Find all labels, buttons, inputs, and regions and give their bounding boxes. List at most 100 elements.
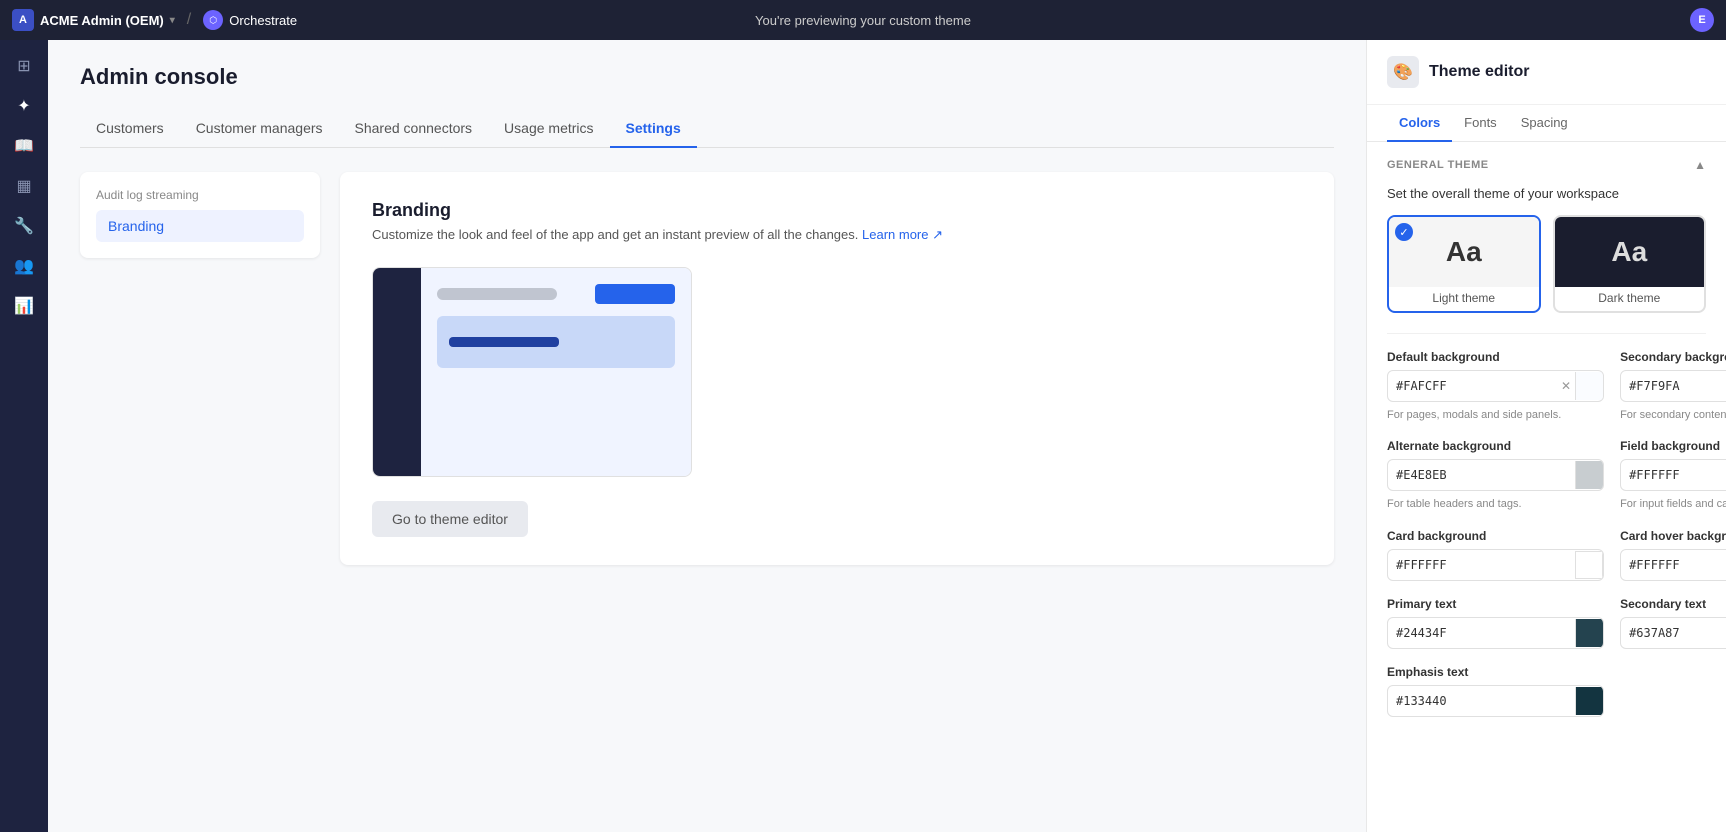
primary-text-swatch[interactable] <box>1575 619 1603 647</box>
sidebar-icon-chart[interactable]: 📊 <box>6 288 42 324</box>
preview-banner: You're previewing your custom theme <box>755 13 971 28</box>
separator: / <box>187 11 191 29</box>
default-bg-swatch[interactable] <box>1575 372 1603 400</box>
sidebar-icon-grid[interactable]: ▦ <box>6 168 42 204</box>
orchestrate-nav[interactable]: ⬡ Orchestrate <box>203 10 297 30</box>
sidebar-icon-book[interactable]: 📖 <box>6 128 42 164</box>
secondary-text-input-row <box>1620 617 1726 649</box>
app-name: ACME Admin (OEM) <box>40 13 164 28</box>
card-bg-hex-input[interactable] <box>1388 558 1575 572</box>
light-theme-card[interactable]: ✓ Aa Light theme <box>1387 215 1541 313</box>
color-field-secondary-text: Secondary text <box>1620 597 1726 649</box>
card-hover-bg-hex-input[interactable] <box>1621 558 1726 572</box>
color-field-secondary-bg: Secondary background For secondary conte… <box>1620 350 1726 423</box>
main-tabs: Customers Customer managers Shared conne… <box>80 110 1334 148</box>
default-bg-hex-input[interactable] <box>1388 379 1557 393</box>
theme-cards: ✓ Aa Light theme Aa Dark theme <box>1387 215 1706 313</box>
app-logo[interactable]: A ACME Admin (OEM) ▾ <box>12 9 175 31</box>
tab-settings[interactable]: Settings <box>610 110 697 148</box>
logo-icon: A <box>12 9 34 31</box>
color-field-card-bg: Card background <box>1387 529 1604 581</box>
card-bg-swatch[interactable] <box>1575 551 1603 579</box>
dropdown-icon: ▾ <box>170 15 175 26</box>
field-bg-label: Field background <box>1620 439 1726 453</box>
branding-description: Customize the look and feel of the app a… <box>372 227 1302 243</box>
sidebar-icon-settings[interactable]: ✦ <box>6 88 42 124</box>
branding-title: Branding <box>372 200 1302 221</box>
card-bg-label: Card background <box>1387 529 1604 543</box>
alternate-bg-swatch[interactable] <box>1575 461 1603 489</box>
tab-shared-connectors[interactable]: Shared connectors <box>339 110 489 148</box>
user-avatar[interactable]: E <box>1690 8 1714 32</box>
goto-theme-editor-button[interactable]: Go to theme editor <box>372 501 528 537</box>
field-bg-hex-input[interactable] <box>1621 468 1726 482</box>
general-theme-desc: Set the overall theme of your workspace <box>1387 186 1706 201</box>
emphasis-text-hex-input[interactable] <box>1388 694 1575 708</box>
alternate-bg-hex-input[interactable] <box>1388 468 1575 482</box>
settings-sidebar: Audit log streaming Branding <box>80 172 320 258</box>
learn-more-link[interactable]: Learn more ↗ <box>862 227 943 242</box>
theme-editor-panel: 🎨 Theme editor Colors Fonts Spacing GENE… <box>1366 40 1726 832</box>
orchestrate-icon: ⬡ <box>203 10 223 30</box>
color-field-emphasis-text: Emphasis text <box>1387 665 1604 717</box>
card-hover-bg-input-row <box>1620 549 1726 581</box>
color-field-alternate-bg: Alternate background For table headers a… <box>1387 439 1604 512</box>
primary-text-hex-input[interactable] <box>1388 626 1575 640</box>
settings-layout: Audit log streaming Branding Branding Cu… <box>80 172 1334 565</box>
preview-card-line <box>449 337 559 347</box>
secondary-bg-desc: For secondary content or disabled state. <box>1620 408 1726 423</box>
theme-editor-header: 🎨 Theme editor <box>1367 40 1726 105</box>
secondary-text-label: Secondary text <box>1620 597 1726 611</box>
tab-usage-metrics[interactable]: Usage metrics <box>488 110 609 148</box>
emphasis-text-swatch[interactable] <box>1575 687 1603 715</box>
sidebar-section-label: Audit log streaming <box>96 188 304 202</box>
page-title: Admin console <box>80 64 1334 90</box>
secondary-bg-input-row <box>1620 370 1726 402</box>
emphasis-text-input-row <box>1387 685 1604 717</box>
color-field-primary-text: Primary text <box>1387 597 1604 649</box>
sidebar-icon-users[interactable]: 👥 <box>6 248 42 284</box>
secondary-text-hex-input[interactable] <box>1621 626 1726 640</box>
secondary-bg-hex-input[interactable] <box>1621 379 1726 393</box>
color-field-card-hover-bg: Card hover background <box>1620 529 1726 581</box>
sidebar-icon-home[interactable]: ⊞ <box>6 48 42 84</box>
preview-card <box>437 316 675 368</box>
sidebar-icon-wrench[interactable]: 🔧 <box>6 208 42 244</box>
theme-editor-icon: 🎨 <box>1387 56 1419 88</box>
editor-tabs: Colors Fonts Spacing <box>1367 105 1726 142</box>
dark-theme-preview: Aa <box>1555 217 1705 287</box>
alternate-bg-desc: For table headers and tags. <box>1387 497 1604 512</box>
color-fields-grid: Default background ✕ For pages, modals a… <box>1387 350 1706 717</box>
section-collapse-icon[interactable]: ▲ <box>1694 158 1706 172</box>
light-theme-label: Light theme <box>1389 287 1539 311</box>
editor-tab-spacing[interactable]: Spacing <box>1509 105 1580 142</box>
field-bg-desc: For input fields and canvas. <box>1620 497 1726 512</box>
dark-theme-label: Dark theme <box>1555 287 1705 311</box>
preview-top-row <box>437 284 675 304</box>
card-hover-bg-label: Card hover background <box>1620 529 1726 543</box>
preview-sidebar-bar <box>373 268 421 476</box>
color-field-field-bg: Field background For input fields and ca… <box>1620 439 1726 512</box>
primary-text-label: Primary text <box>1387 597 1604 611</box>
default-bg-label: Default background <box>1387 350 1604 364</box>
tab-customers[interactable]: Customers <box>80 110 180 148</box>
content-area: Admin console Customers Customer manager… <box>48 40 1366 832</box>
settings-branding-item[interactable]: Branding <box>96 210 304 242</box>
alternate-bg-label: Alternate background <box>1387 439 1604 453</box>
dark-theme-card[interactable]: Aa Dark theme <box>1553 215 1707 313</box>
selected-check-icon: ✓ <box>1395 223 1413 241</box>
tab-customer-managers[interactable]: Customer managers <box>180 110 339 148</box>
divider-1 <box>1387 333 1706 334</box>
editor-tab-fonts[interactable]: Fonts <box>1452 105 1509 142</box>
general-theme-section-header: GENERAL THEME ▲ <box>1387 158 1706 172</box>
alternate-bg-input-row <box>1387 459 1604 491</box>
color-field-default-bg: Default background ✕ For pages, modals a… <box>1387 350 1604 423</box>
editor-tab-colors[interactable]: Colors <box>1387 105 1452 142</box>
primary-text-input-row <box>1387 617 1604 649</box>
default-bg-clear-btn[interactable]: ✕ <box>1557 379 1575 393</box>
theme-preview <box>372 267 692 477</box>
preview-search-bar <box>437 288 557 300</box>
secondary-bg-label: Secondary background <box>1620 350 1726 364</box>
orchestrate-label: Orchestrate <box>229 13 297 28</box>
preview-content-area <box>421 268 691 476</box>
